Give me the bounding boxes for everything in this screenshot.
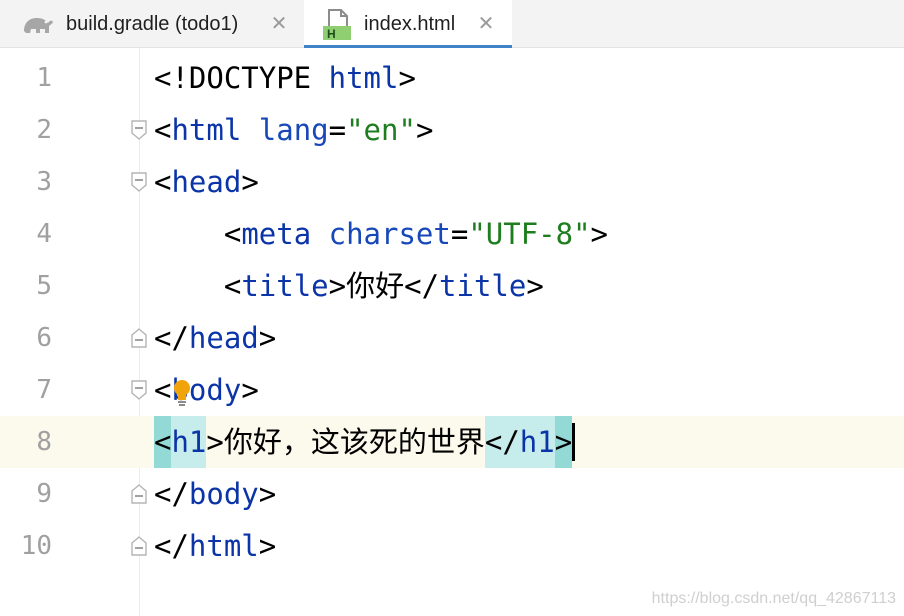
fold-collapse-icon[interactable] (130, 171, 148, 193)
code-text: < head > (154, 165, 259, 199)
line-number: 8 (36, 427, 52, 457)
gradle-elephant-icon (24, 18, 53, 33)
code-line[interactable]: 3 < head > (0, 156, 904, 208)
code-text: </body > (154, 477, 277, 511)
line-number: 9 (36, 479, 52, 509)
line-number: 5 (36, 271, 52, 301)
code-line[interactable]: 4 < meta charset = "UTF-8" > (0, 208, 904, 260)
line-number: 10 (20, 531, 52, 561)
html-icon-letter: H (327, 27, 336, 40)
code-line[interactable]: 1 < !DOCTYPE html > (0, 52, 904, 104)
code-line[interactable]: 10 </html > (0, 520, 904, 572)
editor-tab-bar: build.gradle (todo1) ✕ H index.html ✕ (0, 0, 904, 49)
fold-end-icon[interactable] (130, 535, 148, 557)
line-number: 1 (36, 63, 52, 93)
code-text: < title > 你好 </title > (223, 269, 544, 303)
code-text: < h1 > 你好，这该死的世界 </h1 > (154, 416, 576, 468)
fold-end-icon[interactable] (130, 483, 148, 505)
code-text: < !DOCTYPE html > (154, 61, 416, 95)
code-text: < body > (154, 373, 259, 407)
matched-bracket: > (554, 416, 573, 468)
text-caret (572, 423, 576, 461)
line-number: 2 (36, 115, 52, 145)
tab-label: build.gradle (todo1) (66, 12, 239, 35)
code-line[interactable]: 7 < body > (0, 364, 904, 416)
close-icon[interactable]: ✕ (475, 12, 497, 34)
matched-tag: h1 (171, 416, 207, 468)
code-editor[interactable]: 1 < !DOCTYPE html > 2 < html lang = "en" > 3 <… (0, 48, 904, 616)
code-text: </head > (154, 321, 277, 355)
tab-build-gradle[interactable]: build.gradle (todo1) ✕ (0, 0, 304, 48)
tab-index-html[interactable]: H index.html ✕ (304, 0, 512, 49)
code-line[interactable]: 5 < title > 你好 </title > (0, 260, 904, 312)
matched-bracket: < (154, 416, 172, 468)
line-number: 3 (36, 167, 52, 197)
code-text: </html > (154, 529, 277, 563)
code-line[interactable]: 9 </body > (0, 468, 904, 520)
code-line[interactable]: 2 < html lang = "en" > (0, 104, 904, 156)
matched-tag: h1 (519, 416, 555, 468)
fold-collapse-icon[interactable] (130, 119, 148, 141)
code-line[interactable]: 6 </head > (0, 312, 904, 364)
code-text: < meta charset = "UTF-8" > (223, 217, 608, 251)
close-icon[interactable]: ✕ (268, 12, 290, 34)
watermark: https://blog.csdn.net/qq_42867113 (651, 590, 896, 607)
tab-label: index.html (364, 12, 456, 35)
fold-collapse-icon[interactable] (130, 379, 148, 401)
line-number: 6 (36, 323, 52, 353)
line-number: 7 (36, 375, 52, 405)
fold-end-icon[interactable] (130, 327, 148, 349)
line-number: 4 (36, 219, 52, 249)
code-text: < html lang = "en" > (154, 113, 434, 147)
code-line-current[interactable]: 8 < h1 > 你好，这该死的世界 </h1 > (0, 416, 904, 468)
html-file-icon: H (323, 9, 351, 40)
matched-tag: </ (484, 416, 520, 468)
lightbulb-icon[interactable] (172, 378, 192, 408)
